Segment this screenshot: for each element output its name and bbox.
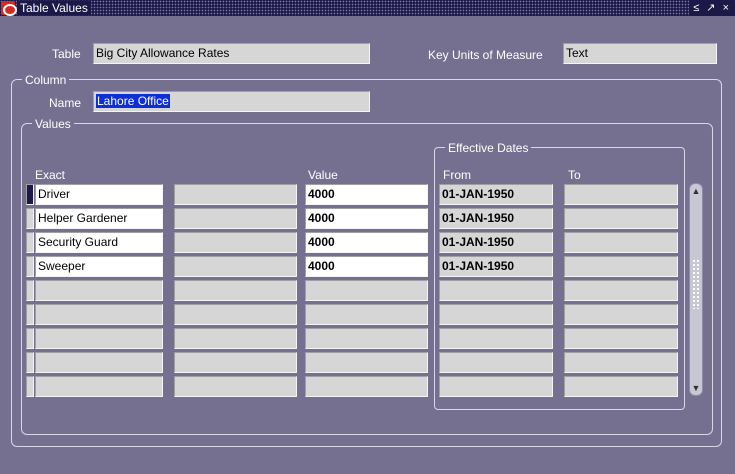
from-header: From bbox=[443, 168, 471, 182]
title-bar bbox=[0, 0, 735, 16]
value-cell[interactable] bbox=[305, 352, 428, 373]
table-label: Table bbox=[52, 47, 81, 61]
value-cell[interactable] bbox=[305, 280, 428, 301]
value-cell[interactable]: 4000 bbox=[305, 208, 428, 229]
to-header: To bbox=[568, 168, 581, 182]
description-cell[interactable] bbox=[174, 208, 297, 229]
values-group-label: Values bbox=[32, 117, 74, 131]
window-title: Table Values bbox=[17, 1, 91, 15]
exact-header: Exact bbox=[35, 168, 66, 182]
description-cell[interactable] bbox=[174, 304, 297, 325]
value-cell[interactable] bbox=[305, 328, 428, 349]
name-selected-text: Lahore Office bbox=[96, 94, 170, 108]
to-date-cell[interactable] bbox=[564, 328, 678, 349]
description-cell[interactable] bbox=[174, 232, 297, 253]
scroll-up-arrow-icon[interactable]: ▲ bbox=[690, 185, 702, 197]
to-date-cell[interactable] bbox=[564, 280, 678, 301]
name-label: Name bbox=[49, 96, 82, 110]
scroll-down-arrow-icon[interactable]: ▼ bbox=[690, 382, 702, 394]
row-indicator[interactable] bbox=[26, 304, 34, 325]
table-field[interactable]: Big City Allowance Rates bbox=[93, 43, 370, 64]
from-date-cell[interactable] bbox=[439, 376, 553, 397]
value-header: Value bbox=[308, 168, 338, 182]
row-indicator[interactable] bbox=[26, 280, 34, 301]
exact-cell[interactable] bbox=[35, 328, 163, 349]
description-cell[interactable] bbox=[174, 280, 297, 301]
row-indicator[interactable] bbox=[26, 376, 34, 397]
value-cell[interactable]: 4000 bbox=[305, 184, 428, 205]
value-cell[interactable] bbox=[305, 376, 428, 397]
column-group-label: Column bbox=[22, 73, 70, 87]
from-date-cell[interactable] bbox=[439, 304, 553, 325]
from-date-cell[interactable]: 01-JAN-1950 bbox=[439, 256, 553, 277]
vertical-scrollbar[interactable]: ▲ ▼ bbox=[689, 183, 703, 396]
name-field[interactable]: Lahore Office bbox=[93, 91, 370, 112]
to-date-cell[interactable] bbox=[564, 376, 678, 397]
exact-cell[interactable]: Driver bbox=[35, 184, 163, 205]
exact-cell[interactable] bbox=[35, 280, 163, 301]
exact-cell[interactable]: Security Guard bbox=[35, 232, 163, 253]
key-units-field[interactable]: Text bbox=[563, 43, 717, 64]
row-indicator[interactable] bbox=[26, 256, 34, 277]
from-date-cell[interactable]: 01-JAN-1950 bbox=[439, 232, 553, 253]
exact-cell[interactable] bbox=[35, 376, 163, 397]
oracle-logo-icon bbox=[1, 1, 17, 16]
description-cell[interactable] bbox=[174, 184, 297, 205]
from-date-cell[interactable] bbox=[439, 280, 553, 301]
value-cell[interactable]: 4000 bbox=[305, 256, 428, 277]
exact-cell[interactable]: Sweeper bbox=[35, 256, 163, 277]
value-cell[interactable]: 4000 bbox=[305, 232, 428, 253]
from-date-cell[interactable] bbox=[439, 352, 553, 373]
to-date-cell[interactable] bbox=[564, 208, 678, 229]
to-date-cell[interactable] bbox=[564, 184, 678, 205]
to-date-cell[interactable] bbox=[564, 232, 678, 253]
description-cell[interactable] bbox=[174, 376, 297, 397]
exact-cell[interactable] bbox=[35, 352, 163, 373]
from-date-cell[interactable] bbox=[439, 328, 553, 349]
scroll-thumb[interactable] bbox=[692, 259, 700, 309]
from-date-cell[interactable]: 01-JAN-1950 bbox=[439, 208, 553, 229]
row-indicator[interactable] bbox=[26, 328, 34, 349]
description-cell[interactable] bbox=[174, 328, 297, 349]
window-controls[interactable]: ≤ ↗ × bbox=[689, 0, 735, 16]
row-indicator[interactable] bbox=[26, 208, 34, 229]
description-cell[interactable] bbox=[174, 256, 297, 277]
to-date-cell[interactable] bbox=[564, 256, 678, 277]
row-indicator[interactable] bbox=[26, 352, 34, 373]
to-date-cell[interactable] bbox=[564, 352, 678, 373]
to-date-cell[interactable] bbox=[564, 304, 678, 325]
row-indicator[interactable] bbox=[26, 232, 34, 253]
exact-cell[interactable]: Helper Gardener bbox=[35, 208, 163, 229]
exact-cell[interactable] bbox=[35, 304, 163, 325]
row-indicator[interactable] bbox=[26, 184, 34, 205]
value-cell[interactable] bbox=[305, 304, 428, 325]
effective-dates-label: Effective Dates bbox=[445, 141, 532, 155]
description-cell[interactable] bbox=[174, 352, 297, 373]
from-date-cell[interactable]: 01-JAN-1950 bbox=[439, 184, 553, 205]
key-units-label: Key Units of Measure bbox=[428, 48, 543, 62]
